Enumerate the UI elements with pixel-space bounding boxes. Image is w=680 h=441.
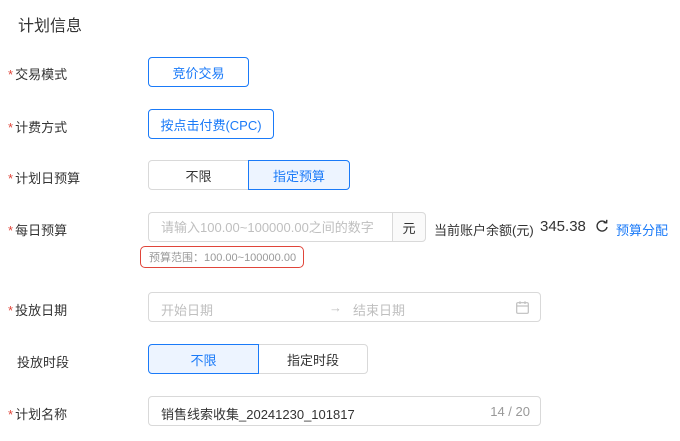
calendar-icon[interactable] <box>516 301 529 314</box>
date-range-picker[interactable]: 开始日期 → 结束日期 <box>148 292 541 322</box>
plan-name-value[interactable]: 销售线索收集_20241230_101817 <box>161 404 355 423</box>
required-mark: * <box>8 67 14 82</box>
daily-plan-budget-segment: 不限 指定预算 <box>148 160 350 190</box>
budget-option-unlimited[interactable]: 不限 <box>148 160 249 190</box>
daily-budget-label: * 每日预算 <box>8 220 67 239</box>
time-option-specified[interactable]: 指定时段 <box>258 344 368 374</box>
daily-plan-budget-label-text: 计划日预算 <box>15 171 81 186</box>
delivery-time-segment: 不限 指定时段 <box>148 344 368 374</box>
trade-mode-button[interactable]: 竞价交易 <box>148 57 249 87</box>
plan-name-label: * 计划名称 <box>8 404 67 423</box>
billing-button[interactable]: 按点击付费(CPC) <box>148 109 274 139</box>
start-date-input[interactable]: 开始日期 <box>161 300 213 319</box>
balance-value: 345.38 <box>540 218 586 235</box>
character-counter: 14 / 20 <box>490 404 530 419</box>
plan-name-input[interactable]: 销售线索收集_20241230_101817 14 / 20 <box>148 396 541 426</box>
delivery-date-label-text: 投放日期 <box>15 303 68 318</box>
budget-option-specified[interactable]: 指定预算 <box>248 160 350 190</box>
section-title: 计划信息 <box>18 18 83 35</box>
delivery-date-label: * 投放日期 <box>8 300 67 319</box>
currency-unit: 元 <box>392 212 426 242</box>
trade-mode-label-text: 交易模式 <box>15 67 68 82</box>
billing-label-text: 计费方式 <box>15 120 68 135</box>
delivery-time-label: 投放时段 <box>17 352 69 371</box>
refresh-icon[interactable] <box>595 218 609 234</box>
daily-plan-budget-label: * 计划日预算 <box>8 168 80 187</box>
time-option-unlimited[interactable]: 不限 <box>148 344 259 374</box>
budget-allocation-link[interactable]: 预算分配 <box>616 220 668 239</box>
required-mark: * <box>8 223 14 238</box>
plan-name-label-text: 计划名称 <box>15 407 68 422</box>
required-mark: * <box>8 407 14 422</box>
billing-label: * 计费方式 <box>8 117 67 136</box>
required-mark: * <box>8 171 14 186</box>
end-date-input[interactable]: 结束日期 <box>353 300 405 319</box>
required-mark: * <box>8 120 14 135</box>
balance-label: 当前账户余额(元) <box>434 223 534 238</box>
daily-budget-label-text: 每日预算 <box>15 223 68 238</box>
delivery-time-label-text: 投放时段 <box>17 355 70 370</box>
required-mark: * <box>8 303 14 318</box>
arrow-right-icon: → <box>329 300 342 315</box>
trade-mode-label: * 交易模式 <box>8 64 67 83</box>
daily-budget-input[interactable] <box>148 212 392 242</box>
budget-range-hint: 预算范围：100.00~100000.00 <box>140 246 304 268</box>
